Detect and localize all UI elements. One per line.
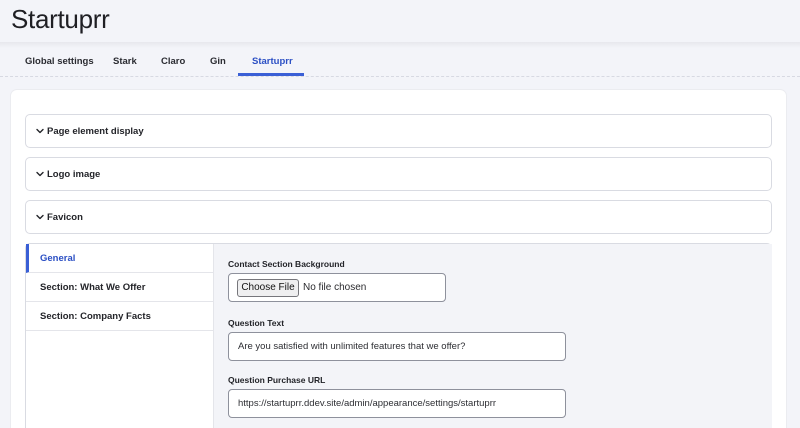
- chevron-down-icon: [36, 214, 44, 220]
- contact-bg-label: Contact Section Background: [228, 259, 345, 269]
- vertical-tabs: General Section: What We Offer Section: …: [25, 243, 772, 428]
- vertical-tab-general[interactable]: General: [26, 244, 213, 273]
- details-summary: Page element display: [47, 126, 144, 137]
- contact-bg-file-input[interactable]: Choose File No file chosen: [228, 273, 446, 302]
- vertical-tab-label: General: [40, 253, 76, 264]
- tab-claro[interactable]: Claro: [161, 56, 185, 67]
- vertical-tabs-menu: General Section: What We Offer Section: …: [26, 244, 213, 428]
- vertical-tab-pane-general: Contact Section Background Choose File N…: [213, 244, 772, 428]
- question-url-input[interactable]: https://startuprr.ddev.site/admin/appear…: [228, 389, 566, 418]
- active-tab-indicator: [238, 73, 304, 76]
- header-divider: [0, 42, 800, 48]
- vertical-tab-what-we-offer[interactable]: Section: What We Offer: [26, 273, 213, 302]
- tab-gin[interactable]: Gin: [210, 56, 226, 67]
- vertical-tab-label: Section: What We Offer: [40, 282, 146, 293]
- tab-startuprr[interactable]: Startuprr: [252, 56, 293, 67]
- details-page-element-display[interactable]: Page element display: [25, 114, 772, 148]
- question-text-input[interactable]: Are you satisfied with unlimited feature…: [228, 332, 566, 361]
- details-logo-image[interactable]: Logo image: [25, 157, 772, 191]
- file-status-text: No file chosen: [303, 282, 367, 293]
- tab-stark[interactable]: Stark: [113, 56, 137, 67]
- page-title: Startuprr: [11, 4, 110, 34]
- page-header: Startuprr: [0, 0, 800, 44]
- question-text-label: Question Text: [228, 318, 285, 328]
- choose-file-button[interactable]: Choose File: [237, 279, 299, 297]
- chevron-down-icon: [36, 128, 44, 134]
- vertical-tab-company-facts[interactable]: Section: Company Facts: [26, 302, 213, 331]
- primary-tabs: Global settings Stark Claro Gin Startupr…: [0, 50, 800, 77]
- tab-global-settings[interactable]: Global settings: [25, 56, 94, 67]
- details-summary: Logo image: [47, 169, 101, 180]
- details-favicon[interactable]: Favicon: [25, 200, 772, 234]
- vertical-tab-label: Section: Company Facts: [40, 311, 151, 322]
- details-summary: Favicon: [47, 212, 83, 223]
- chevron-down-icon: [36, 171, 44, 177]
- question-url-label: Question Purchase URL: [228, 375, 326, 385]
